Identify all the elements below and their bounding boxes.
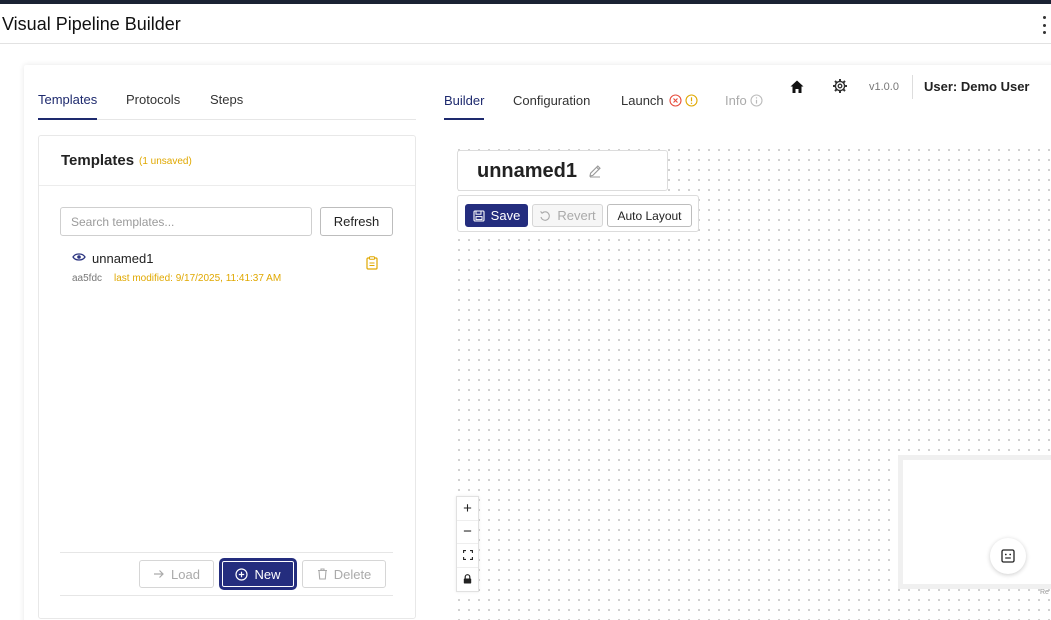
left-tabs: Templates Protocols Steps: [38, 87, 416, 120]
zoom-out-button[interactable]: −: [457, 521, 478, 544]
pencil-icon[interactable]: [588, 164, 602, 178]
revert-button[interactable]: Revert: [532, 204, 603, 227]
gear-icon[interactable]: [832, 78, 848, 94]
tab-launch[interactable]: Launch: [621, 93, 698, 120]
error-circle-icon: [669, 94, 682, 107]
tab-launch-label: Launch: [621, 93, 664, 108]
save-button[interactable]: Save: [465, 204, 528, 227]
tab-info[interactable]: Info: [725, 93, 763, 120]
canvas-attribution[interactable]: Re: [1040, 589, 1049, 596]
app-bar: Visual Pipeline Builder: [0, 4, 1051, 44]
tab-configuration[interactable]: Configuration: [513, 93, 590, 120]
plus-circle-icon: [235, 567, 249, 581]
kebab-menu-icon[interactable]: [1041, 16, 1047, 34]
new-button[interactable]: New: [221, 560, 295, 588]
templates-panel-footer: Load New Delete: [60, 552, 393, 596]
warning-circle-icon: [685, 94, 698, 107]
zoom-controls: + −: [456, 496, 479, 592]
version-label: v1.0.0: [869, 81, 899, 93]
zoom-in-button[interactable]: +: [457, 497, 478, 521]
revert-label: Revert: [557, 208, 596, 223]
eye-icon: [72, 253, 86, 261]
delete-label: Delete: [333, 566, 372, 582]
lock-button[interactable]: [457, 568, 478, 592]
home-icon[interactable]: [789, 79, 805, 95]
builder-canvas[interactable]: unnamed1 Save Revert Auto Layout + − Re: [452, 143, 1051, 620]
template-last-modified: last modified: 9/17/2025, 11:41:37 AM: [114, 273, 282, 284]
load-button[interactable]: Load: [139, 560, 214, 588]
app-title: Visual Pipeline Builder: [2, 14, 181, 34]
template-name: unnamed1: [92, 251, 154, 266]
save-disk-icon: [473, 209, 485, 222]
builder-action-bar: Save Revert Auto Layout: [457, 195, 699, 232]
templates-panel-header: Templates (1 unsaved): [39, 136, 415, 186]
tab-templates[interactable]: Templates: [38, 92, 98, 120]
delete-button[interactable]: Delete: [302, 560, 386, 588]
clipboard-icon[interactable]: [366, 256, 378, 270]
lock-icon: [463, 574, 472, 584]
trash-icon: [317, 568, 327, 580]
assistant-bot-button[interactable]: [990, 538, 1026, 574]
new-label: New: [254, 566, 281, 582]
minimap[interactable]: [898, 455, 1051, 589]
list-item[interactable]: unnamed1 aa5fdc last modified: 9/17/2025…: [60, 246, 390, 286]
save-label: Save: [490, 208, 521, 223]
tab-protocols[interactable]: Protocols: [126, 92, 180, 120]
tab-steps[interactable]: Steps: [210, 92, 243, 120]
load-label: Load: [171, 566, 200, 582]
refresh-button[interactable]: Refresh: [320, 207, 393, 236]
tab-info-label: Info: [725, 93, 747, 108]
auto-layout-button[interactable]: Auto Layout: [607, 204, 692, 227]
fit-view-icon: [462, 550, 473, 561]
fit-view-button[interactable]: [457, 544, 478, 568]
unsaved-badge: (1 unsaved): [139, 156, 192, 167]
info-circle-icon: [750, 94, 763, 107]
bot-icon: [1001, 549, 1015, 563]
pipeline-name-box: unnamed1: [457, 150, 668, 191]
revert-icon: [540, 210, 551, 221]
template-id: aa5fdc: [72, 273, 103, 284]
pipeline-name: unnamed1: [477, 160, 578, 182]
arrow-right-icon: [154, 570, 164, 578]
user-label: User: Demo User: [924, 79, 1030, 94]
header-divider: [912, 75, 913, 99]
templates-panel: Templates (1 unsaved) Refresh unnamed1 a…: [38, 135, 416, 619]
search-templates-input[interactable]: [60, 207, 312, 236]
main-card: Templates Protocols Steps Templates (1 u…: [24, 65, 1051, 620]
tab-builder[interactable]: Builder: [444, 93, 485, 120]
templates-panel-title: Templates: [61, 152, 135, 169]
